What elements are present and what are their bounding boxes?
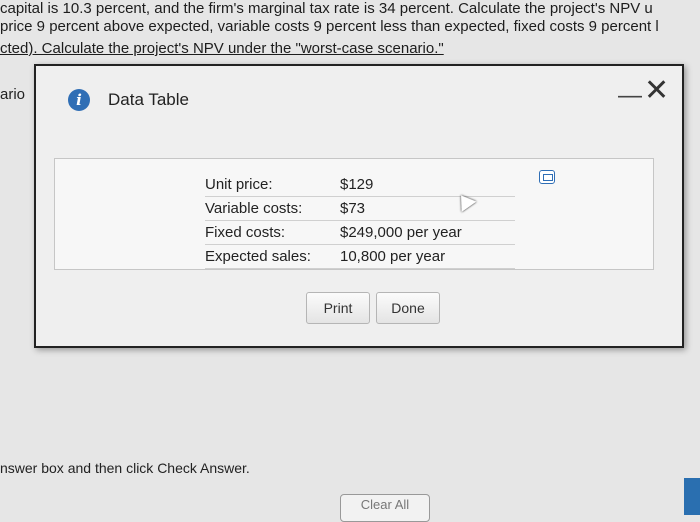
table-row: Fixed costs: $249,000 per year	[205, 220, 515, 245]
instruction-text: nswer box and then click Check Answer.	[0, 460, 250, 476]
problem-text-line-1: capital is 10.3 percent, and the firm's …	[0, 0, 653, 17]
dialog-title: Data Table	[108, 90, 189, 109]
done-button[interactable]: Done	[376, 292, 440, 324]
row-value: $129	[340, 173, 515, 197]
info-icon: i	[68, 89, 90, 111]
data-table: Unit price: $129 Variable costs: $73 Fix…	[205, 173, 515, 269]
row-label: Fixed costs:	[205, 220, 340, 245]
scenario-fragment: ario	[0, 86, 26, 103]
print-button[interactable]: Print	[306, 292, 370, 324]
close-icon[interactable]: ✕	[644, 76, 669, 106]
data-table-dialog: i Data Table — ✕ Unit price: $129 Variab…	[34, 64, 684, 348]
dialog-header: i Data Table — ✕	[36, 66, 682, 130]
row-value: $73	[340, 196, 515, 221]
copy-icon[interactable]	[539, 170, 555, 184]
minimize-icon[interactable]: —	[618, 84, 642, 108]
row-label: Expected sales:	[205, 244, 340, 269]
row-label: Variable costs:	[205, 196, 340, 221]
row-value: $249,000 per year	[340, 220, 515, 245]
side-scroll-edge	[684, 478, 700, 515]
data-table-panel: Unit price: $129 Variable costs: $73 Fix…	[54, 158, 654, 270]
problem-text-line-3: cted). Calculate the project's NPV under…	[0, 40, 444, 57]
row-value: 10,800 per year	[340, 244, 515, 269]
row-label: Unit price:	[205, 173, 340, 197]
table-row: Expected sales: 10,800 per year	[205, 244, 515, 269]
problem-text-line-2: price 9 percent above expected, variable…	[0, 18, 659, 35]
clear-all-button[interactable]: Clear All	[340, 494, 430, 522]
